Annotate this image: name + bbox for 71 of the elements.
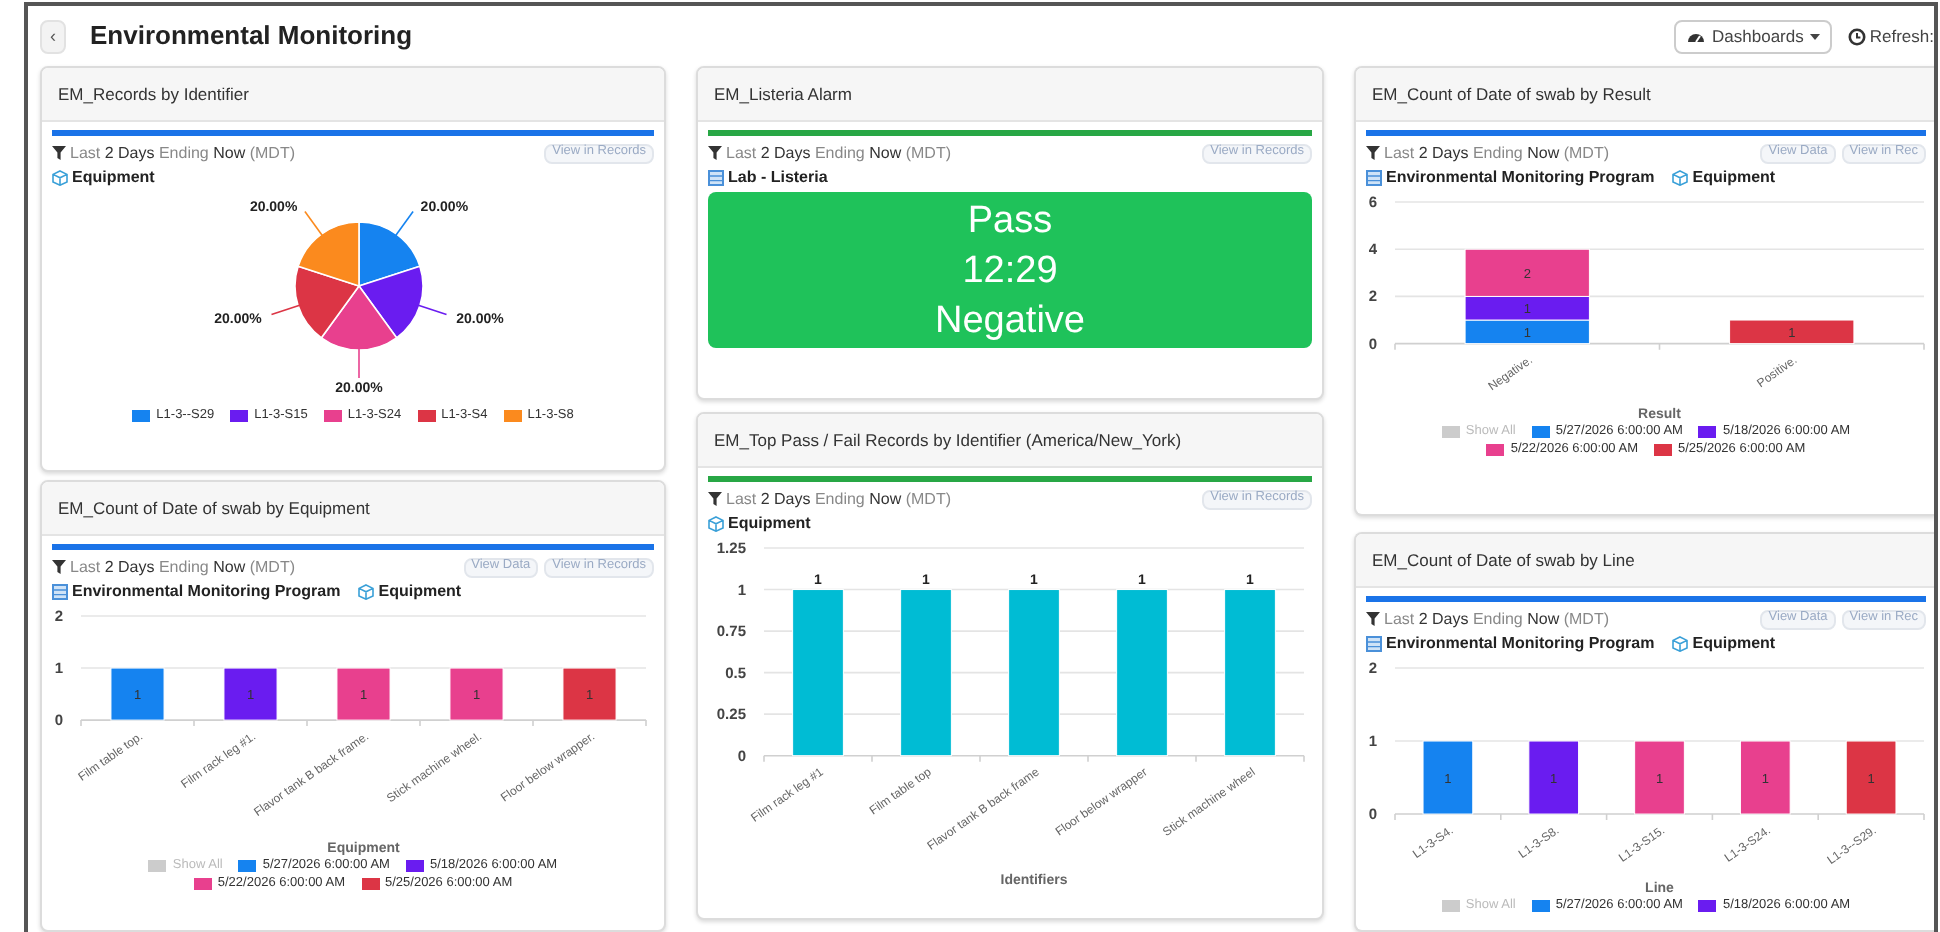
leader-line	[415, 303, 448, 316]
filter-icon	[52, 146, 66, 160]
cube-icon	[358, 583, 375, 599]
card-title: EM_Count of Date of swab by Line	[1372, 547, 1635, 573]
pie-slice	[358, 265, 424, 339]
card-title: EM_Records by Identifier	[58, 81, 249, 107]
filter-icon	[1366, 146, 1380, 160]
filter-description: Last 2 Days Ending Now (MDT)	[1384, 141, 1610, 165]
table-icon	[708, 169, 724, 185]
legend-swatch	[1441, 900, 1460, 912]
table-icon	[1366, 635, 1382, 651]
chart-bar	[1464, 319, 1590, 345]
cube-icon	[1672, 169, 1689, 185]
table-icon	[1366, 169, 1382, 185]
data-source-label: Equipment	[1692, 631, 1776, 655]
card-title: EM_Count of Date of swab by Result	[1372, 81, 1651, 107]
data-source-label: Equipment	[72, 165, 155, 189]
leader-line	[304, 210, 325, 239]
chart-bar	[1845, 740, 1897, 815]
pie-slice	[297, 221, 360, 287]
chart-bar	[1634, 740, 1685, 815]
leader-line	[393, 210, 414, 239]
pie-slice	[358, 221, 421, 287]
filter-description: Last 2 Days Ending Now (MDT)	[70, 555, 296, 579]
leader-line	[270, 303, 303, 316]
data-source-label: Environmental Monitoring Program	[72, 579, 341, 603]
legend-swatch	[148, 860, 167, 872]
filter-description: Last 2 Days Ending Now (MDT)	[1384, 607, 1610, 631]
chart-bar	[1739, 740, 1791, 815]
filter-description: Last 2 Days Ending Now (MDT)	[726, 141, 952, 165]
chart-bar	[223, 667, 278, 721]
status-text: Negative	[935, 297, 1085, 345]
data-source-label: Equipment	[378, 579, 462, 603]
filter-description: Last 2 Days Ending Now (MDT)	[726, 487, 952, 511]
clock-icon	[1847, 27, 1866, 45]
chart-bar	[449, 667, 504, 721]
cube-icon	[708, 515, 724, 531]
chart-bar	[1528, 740, 1580, 815]
data-source-label: Environmental Monitoring Program	[1386, 631, 1655, 655]
legend-swatch	[1441, 426, 1460, 438]
card-title: EM_Top Pass / Fail Records by Identifier (America/New_York)	[714, 427, 1182, 453]
filter-icon	[52, 560, 66, 574]
page-title: Environmental Monitoring	[90, 18, 413, 55]
dashboards-button[interactable]: Dashboards	[1674, 19, 1832, 53]
pie-slice	[294, 265, 360, 339]
card-title: EM_Count of Date of swab by Equipment	[58, 495, 370, 521]
filter-icon	[708, 146, 722, 160]
data-source-label: Equipment	[728, 511, 811, 535]
status-text: 12:29	[962, 247, 1058, 295]
chart-bar	[1729, 319, 1855, 345]
filter-icon	[1366, 612, 1380, 626]
chart-bar	[1422, 740, 1474, 815]
gauge-icon	[1686, 28, 1707, 44]
table-icon	[52, 583, 68, 599]
refresh-button[interactable]: Refresh:	[1847, 23, 1934, 49]
card-title: EM_Listeria Alarm	[714, 81, 852, 107]
chart-bar	[336, 667, 391, 721]
filter-description: Last 2 Days Ending Now (MDT)	[70, 141, 296, 165]
leader-line	[358, 345, 360, 379]
cube-icon	[52, 169, 68, 185]
data-source-label: Lab - Listeria	[728, 165, 828, 189]
data-source-label: Equipment	[1692, 165, 1776, 189]
caret-icon	[1809, 33, 1820, 39]
filter-icon	[708, 492, 722, 506]
chart-bar	[562, 667, 617, 721]
cube-icon	[1672, 635, 1689, 651]
back-button[interactable]: ‹	[40, 19, 66, 53]
status-text: Pass	[967, 197, 1053, 245]
data-source-label: Environmental Monitoring Program	[1386, 165, 1655, 189]
chart-bar	[110, 667, 165, 721]
pie-slice	[320, 285, 398, 351]
